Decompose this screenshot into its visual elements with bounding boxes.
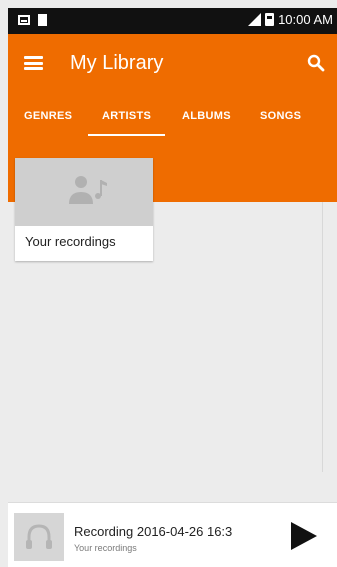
track-title: Recording 2016-04-26 16:3 [74,524,233,539]
tab-bar: GENRES ARTISTS ALBUMS SONGS [8,102,337,136]
track-subtitle: Your recordings [74,543,137,553]
card-label: Your recordings [25,234,116,249]
artist-music-icon [69,176,107,204]
tab-songs[interactable]: SONGS [260,110,301,122]
app-screen: 10:00 AM My Library GENRES ARTISTS ALBUM… [0,0,337,567]
scrollbar-track [322,202,323,472]
now-playing-bar[interactable]: Recording 2016-04-26 16:3 Your recording… [8,502,337,567]
player-artwork [14,513,64,561]
play-icon[interactable] [291,522,317,550]
sd-card-icon [38,14,47,26]
tab-genres[interactable]: GENRES [24,110,72,122]
status-time: 10:00 AM [278,12,333,27]
tab-artists[interactable]: ARTISTS [87,110,166,136]
status-left-icons [18,14,47,26]
signal-icon [248,13,262,26]
search-icon[interactable] [307,54,325,72]
screen-icon [18,15,30,25]
status-bar: 10:00 AM [8,8,337,34]
battery-icon [265,13,275,26]
toolbar: My Library [8,34,337,94]
artist-card[interactable]: Your recordings [15,158,153,261]
headphones-icon [26,524,52,549]
tab-albums[interactable]: ALBUMS [182,110,231,122]
menu-icon[interactable] [24,56,43,70]
card-artwork [15,158,153,226]
page-title: My Library [70,52,164,74]
status-right: 10:00 AM [248,12,333,27]
